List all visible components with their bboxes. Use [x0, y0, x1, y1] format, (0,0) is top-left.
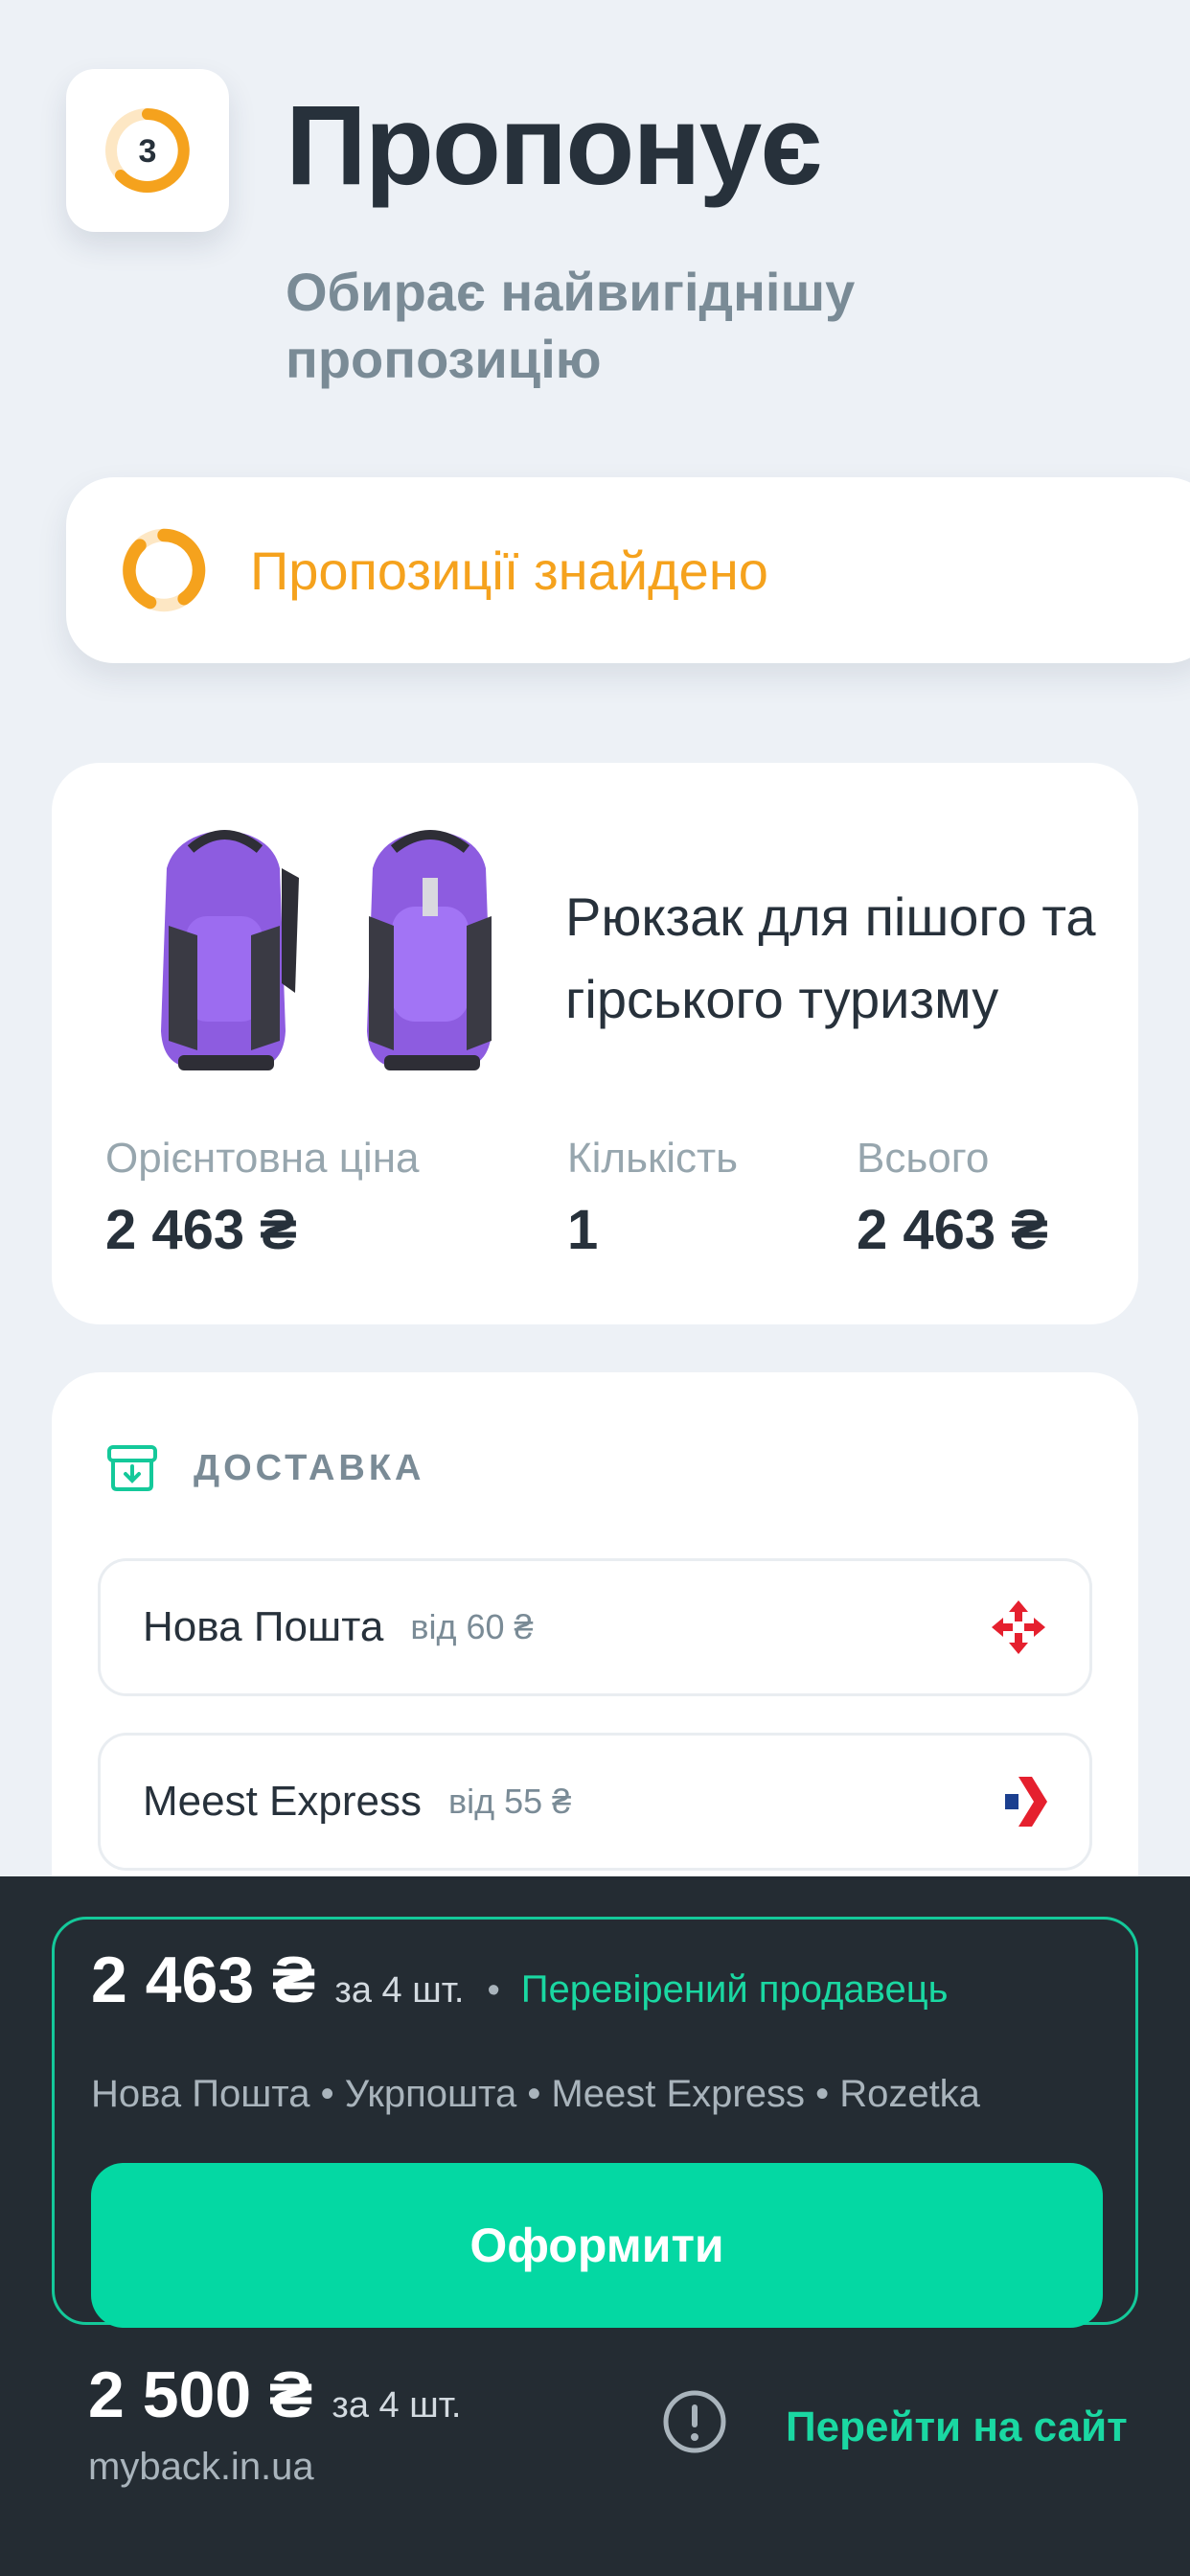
stat-value: 1 [567, 1199, 599, 1261]
carrier-option-nova-poshta[interactable]: Нова Пошта від 60 ₴ [98, 1558, 1092, 1696]
carrier-price: від 55 ₴ [447, 1782, 572, 1821]
stat-label: Всього [857, 1135, 990, 1182]
alternative-domain: myback.in.ua [88, 2446, 314, 2488]
step-progress-icon: 3 [105, 108, 190, 193]
offer-quantity: за 4 шт. [334, 1970, 465, 2011]
quantity-stat: Кількість 1 [567, 1135, 738, 1262]
carrier-name: Meest Express [143, 1778, 422, 1825]
delivery-header: ДОСТАВКА [105, 1441, 424, 1495]
stat-value: 2 463 ₴ [857, 1199, 1048, 1261]
bottom-sheet: 2 463 ₴ за 4 шт. • Перевірений продавець… [0, 1876, 1190, 2576]
alt-quantity: за 4 шт. [332, 2385, 462, 2426]
separator-dot: • [487, 1970, 500, 2011]
stat-value: 2 463 ₴ [105, 1199, 297, 1261]
carrier-name: Нова Пошта [143, 1603, 384, 1650]
carrier-option-meest[interactable]: Meest Express від 55 ₴ [98, 1733, 1092, 1871]
page-title: Пропонує [286, 82, 822, 209]
offer-carriers: Нова Пошта • Укрпошта • Meest Express • … [91, 2073, 980, 2115]
best-offer-box: 2 463 ₴ за 4 шт. • Перевірений продавець… [52, 1917, 1138, 2328]
delivery-title: ДОСТАВКА [194, 1447, 425, 1488]
stat-label: Орієнтовна ціна [105, 1135, 420, 1182]
alternative-offer-price: 2 500 ₴ за 4 шт. [88, 2358, 461, 2432]
estimated-price-stat: Орієнтовна ціна 2 463 ₴ [105, 1135, 419, 1262]
info-icon[interactable] [661, 2388, 728, 2460]
verified-seller-label: Перевірений продавець [520, 1968, 949, 2011]
delivery-box-icon [107, 1445, 157, 1491]
nova-poshta-logo-icon [990, 1598, 1047, 1656]
product-card[interactable]: Рюкзак для пішого та гірського туризму О… [52, 763, 1138, 1324]
offer-price: 2 463 ₴ [91, 1944, 316, 2016]
carrier-price: від 60 ₴ [410, 1607, 534, 1646]
meest-logo-icon [1005, 1773, 1047, 1830]
step-badge: 3 [66, 69, 229, 232]
delivery-card: ДОСТАВКА Нова Пошта від 60 ₴ Meest Expre… [52, 1372, 1138, 1947]
step-number: 3 [139, 133, 157, 170]
status-text: Пропозиції знайдено [250, 540, 768, 601]
loading-spinner-icon [122, 528, 206, 612]
alt-price: 2 500 ₴ [88, 2358, 313, 2431]
stat-label: Кількість [567, 1135, 739, 1182]
go-to-site-link[interactable]: Перейти на сайт [786, 2404, 1128, 2451]
page-subtitle: Обирає найвигіднішу пропозицію [286, 262, 856, 389]
checkout-button[interactable]: Оформити [91, 2163, 1103, 2328]
status-card: Пропозиції знайдено [66, 477, 1190, 663]
offer-summary: 2 463 ₴ за 4 шт. • Перевірений продавець [91, 1943, 948, 2017]
product-name: Рюкзак для пішого та гірського туризму [565, 886, 1096, 1029]
total-stat: Всього 2 463 ₴ [857, 1135, 1048, 1262]
backpack-image [161, 830, 492, 1070]
